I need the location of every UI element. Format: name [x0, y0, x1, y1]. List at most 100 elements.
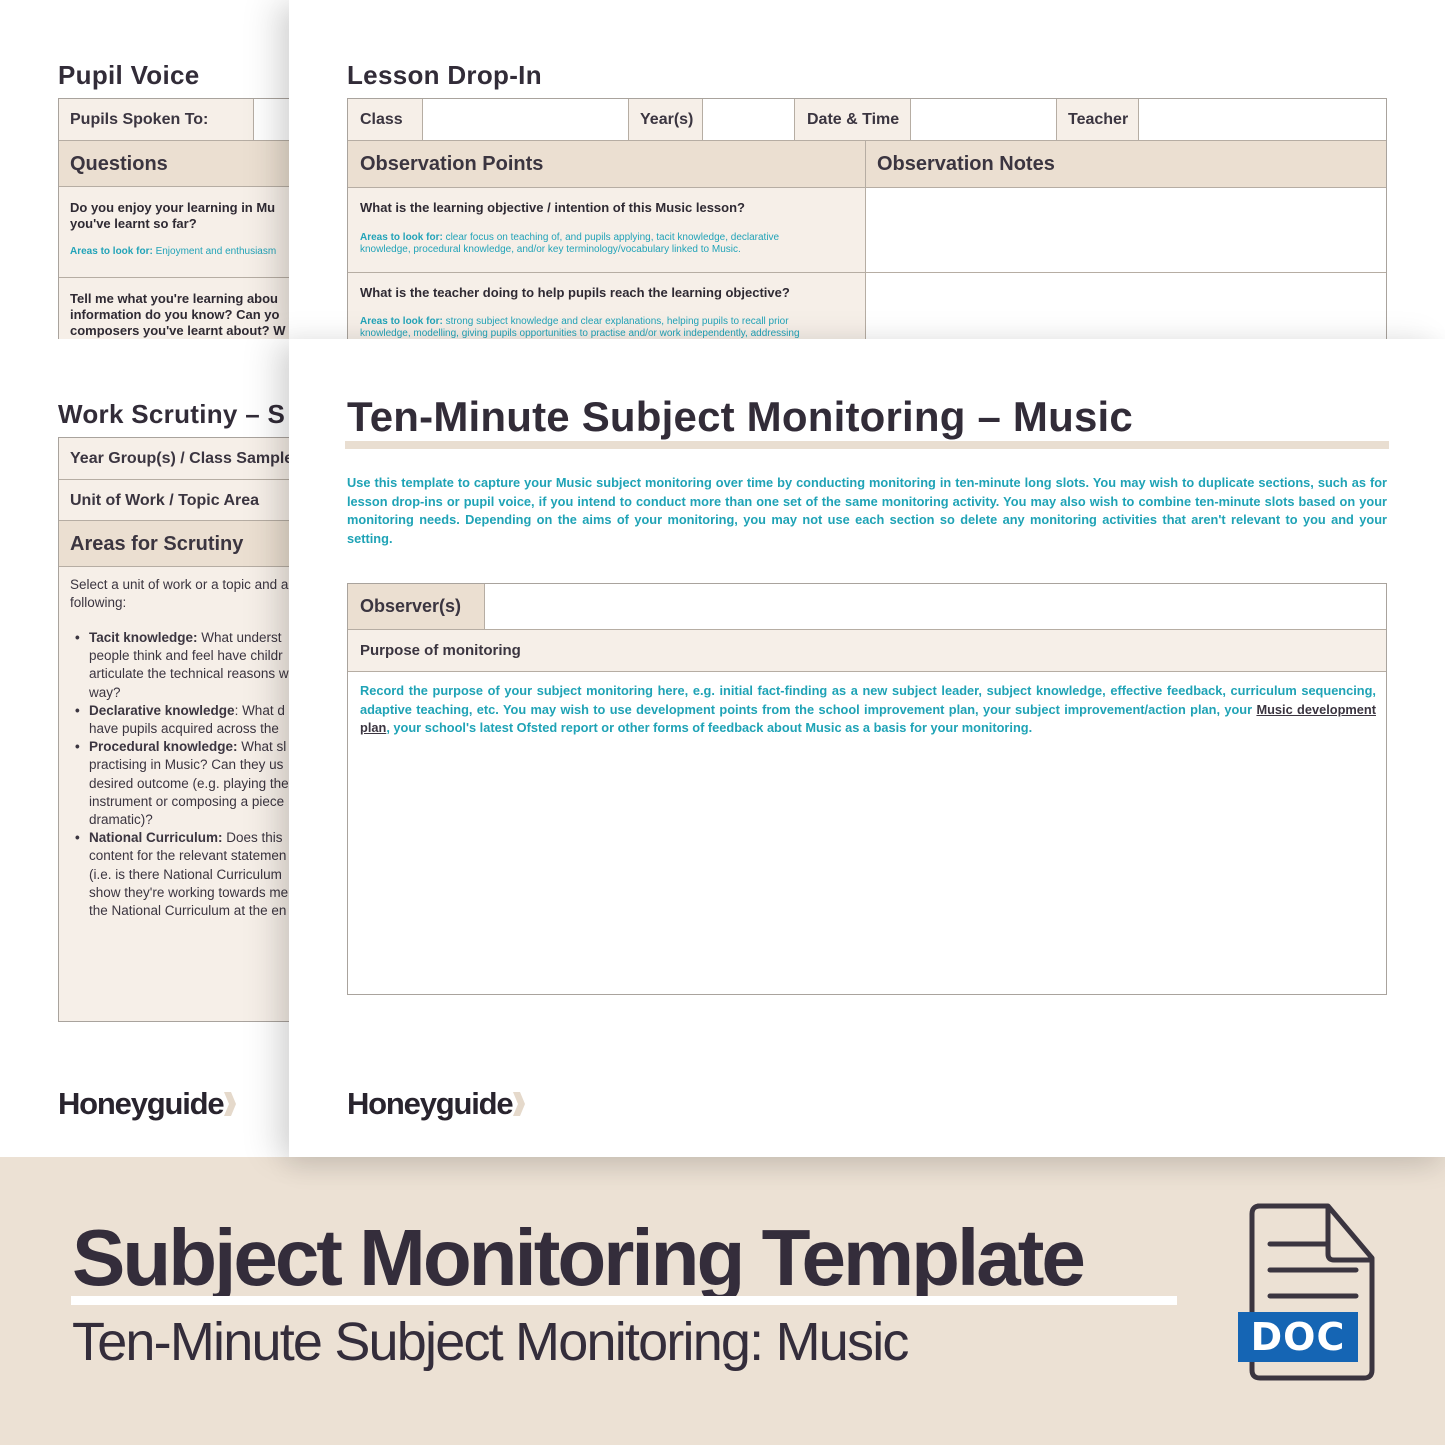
bullet-text: articulate the technical reasons w: [89, 666, 289, 682]
scrutiny-bullet: National Curriculum: Does this content f…: [70, 829, 289, 920]
observers-label: Observer(s): [360, 596, 462, 616]
hint-label: Areas to look for:: [360, 232, 443, 243]
logo-text: Honeyguide: [58, 1086, 225, 1121]
datetime-label: Date & Time: [807, 111, 900, 128]
bullet-text: What sl: [237, 739, 287, 755]
honeyguide-wordmark: Honeyguide: [347, 1086, 526, 1122]
bullet-term: Procedural knowledge:: [89, 739, 238, 755]
pupil-voice-table: Pupils Spoken To: Questions Do you enjoy…: [58, 98, 300, 340]
observation-question: What is the teacher doing to help pupils…: [360, 285, 790, 300]
purpose-label: Purpose of monitoring: [360, 642, 521, 659]
observation-hint: Areas to look for: clear focus on teachi…: [360, 232, 779, 256]
areas-for-scrutiny-label: Areas for Scrutiny: [70, 533, 244, 555]
hint-label: Areas to look for:: [70, 246, 153, 257]
purpose-header-row: Purpose of monitoring: [348, 629, 1386, 671]
lesson-dropin-page: Lesson Drop-In Class Year(s) Date & Time…: [289, 0, 1445, 340]
purpose-text: , your school's latest Ofsted report or …: [386, 720, 1033, 735]
year-group-label: Year Group(s) / Class Sampled: [70, 450, 300, 467]
scrutiny-bullet: Procedural knowledge: What sl practising…: [70, 738, 289, 829]
observation-question: What is the learning objective / intenti…: [360, 200, 745, 215]
question-row: Do you enjoy your learning in Mu you've …: [59, 186, 300, 277]
work-scrutiny-title: Work Scrutiny – S: [58, 399, 286, 429]
hint-label: Areas to look for:: [360, 316, 443, 327]
scrutiny-intro: Select a unit of work or a topic and a f…: [70, 576, 288, 612]
teacher-label: Teacher: [1068, 111, 1129, 128]
scrutiny-bullet: Tacit knowledge: What underst people thi…: [70, 629, 289, 702]
class-label: Class: [360, 111, 403, 128]
question-hint: Areas to look for: Enjoyment and enthusi…: [70, 246, 276, 258]
bullet-text: show they're working towards me: [89, 884, 289, 900]
questions-header-label: Questions: [70, 153, 168, 175]
bullet-term: Tacit knowledge:: [89, 630, 198, 645]
scrutiny-bullet-list: Tacit knowledge: What underst people thi…: [70, 629, 289, 920]
question-line: information do you know? Can yo: [70, 307, 280, 322]
purpose-field[interactable]: Record the purpose of your subject monit…: [348, 671, 1386, 994]
bullet-text: practising in Music? Can they us: [89, 757, 284, 773]
observation-notes-header: Observation Notes: [877, 153, 1055, 175]
pupils-spoken-to-label: Pupils Spoken To:: [70, 111, 209, 128]
logo-text: Honeyguide: [347, 1086, 514, 1121]
class-field[interactable]: [422, 99, 628, 140]
question-row: Tell me what you're learning abou inform…: [59, 277, 300, 340]
datetime-field[interactable]: [910, 99, 1056, 140]
banner-subtitle: Ten-Minute Subject Monitoring: Music: [72, 1312, 909, 1372]
question-line: you've learnt so far?: [70, 216, 197, 231]
doc-badge-label: DOC: [1250, 1315, 1346, 1359]
logo-chevron-icon: [513, 1092, 526, 1116]
question-line: Do you enjoy your learning in Mu: [70, 200, 276, 215]
question-line: composers you've learnt about? W: [70, 323, 286, 338]
areas-for-scrutiny-body: Select a unit of work or a topic and a f…: [59, 566, 300, 1021]
title-underline: [345, 441, 1389, 449]
column-divider: [865, 141, 866, 187]
observation-point-row: What is the teacher doing to help pupils…: [348, 272, 1386, 340]
bullet-text: instrument or composing a piece: [89, 793, 285, 809]
honeyguide-logo: Honeyguide: [347, 1086, 526, 1122]
purpose-guidance: Record the purpose of your subject monit…: [360, 682, 1376, 738]
bullet-text: way?: [89, 684, 121, 700]
observation-header-row: Observation Points Observation Notes: [348, 140, 1386, 187]
bullet-term: National Curriculum:: [89, 830, 223, 846]
logo-chevron-icon: [224, 1092, 237, 1116]
years-label-cell: Year(s): [628, 99, 702, 140]
years-field[interactable]: [702, 99, 794, 140]
scrutiny-intro-line: following:: [70, 595, 127, 610]
intro-text: Use this template to capture your Music …: [347, 475, 1387, 546]
observation-hint: Areas to look for: strong subject knowle…: [360, 316, 800, 340]
observation-notes-field[interactable]: [866, 273, 1386, 340]
document-icon: DOC: [1236, 1202, 1378, 1382]
lesson-dropin-table: Class Year(s) Date & Time Teacher Observ…: [347, 98, 1387, 340]
class-label-cell: Class: [348, 99, 422, 140]
bullet-term: Declarative knowledge: [89, 702, 235, 718]
hint-text: clear focus on teaching of, and pupils a…: [442, 232, 780, 243]
bullet-text: desired outcome (e.g. playing the: [89, 775, 289, 791]
unit-of-work-label: Unit of Work / Topic Area: [70, 492, 260, 509]
question-line: Tell me what you're learning abou: [70, 291, 278, 306]
lesson-dropin-title: Lesson Drop-In: [347, 60, 542, 90]
observation-point-cell: What is the learning objective / intenti…: [348, 188, 865, 273]
observation-points-header: Observation Points: [360, 153, 544, 175]
observers-field[interactable]: [484, 584, 1386, 629]
work-scrutiny-page: Work Scrutiny – S Year Group(s) / Class …: [0, 339, 300, 1157]
scrutiny-intro-line: Select a unit of work or a topic and a: [70, 577, 289, 592]
bullet-text: content for the relevant statemen: [89, 848, 287, 864]
ten-minute-monitoring-page: Ten-Minute Subject Monitoring – Music Us…: [289, 339, 1445, 1157]
honeyguide-wordmark: Honeyguide: [58, 1086, 237, 1122]
honeyguide-logo: Honeyguide: [58, 1086, 237, 1122]
hint-text: knowledge, procedural knowledge, and/or …: [360, 244, 741, 255]
teacher-label-cell: Teacher: [1056, 99, 1138, 140]
pupils-spoken-to-cell: Pupils Spoken To:: [59, 99, 253, 140]
scrutiny-bullet: Declarative knowledge: What d have pupil…: [70, 702, 289, 738]
pupil-voice-page: Pupil Voice Pupils Spoken To: Questions …: [0, 0, 300, 340]
questions-header: Questions: [59, 140, 300, 186]
lesson-fields-row: Class Year(s) Date & Time Teacher: [348, 99, 1386, 140]
teacher-field[interactable]: [1138, 99, 1386, 140]
datetime-label-cell: Date & Time: [794, 99, 910, 140]
observation-notes-field[interactable]: [866, 188, 1386, 272]
unit-of-work-row: Unit of Work / Topic Area: [59, 479, 300, 520]
bullet-text: the National Curriculum at the en: [89, 903, 287, 919]
question-text: Do you enjoy your learning in Mu you've …: [70, 200, 275, 232]
bullet-text: Does this: [222, 830, 283, 846]
observer-table: Observer(s) Purpose of monitoring Record…: [347, 583, 1387, 995]
hint-text: strong subject knowledge and clear expla…: [442, 316, 789, 327]
observation-point-row: What is the learning objective / intenti…: [348, 187, 1386, 273]
